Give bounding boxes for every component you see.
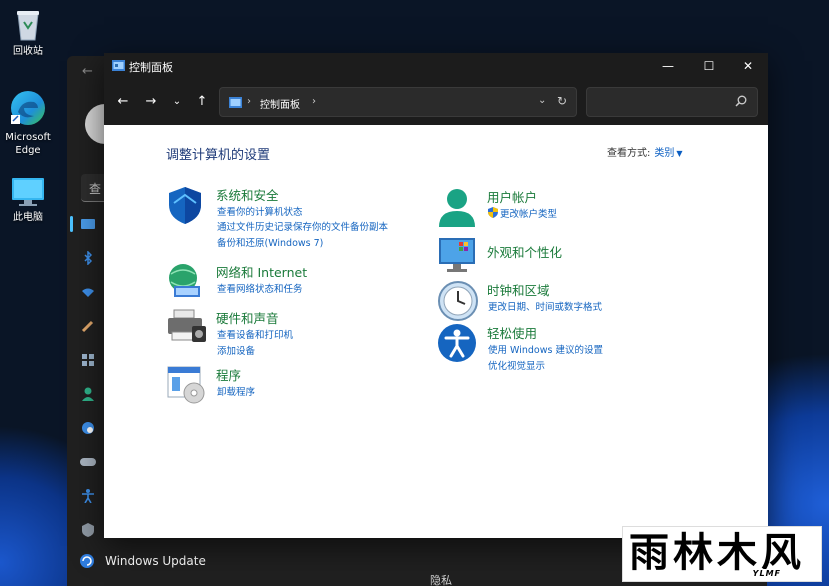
nav-gaming-icon[interactable] — [79, 454, 97, 470]
title-bar: 控制面板 — ☐ ✕ — [104, 53, 768, 79]
recent-locations-chevron-icon[interactable]: ⌄ — [168, 92, 186, 110]
forward-arrow-icon[interactable]: → — [142, 92, 160, 110]
user-accounts-icon — [439, 189, 475, 227]
category-link[interactable]: 查看你的计算机状态 — [217, 204, 303, 218]
recycle-bin-icon — [17, 11, 39, 41]
nav-network-icon[interactable] — [79, 284, 97, 300]
category-title[interactable]: 用户帐户 — [487, 187, 537, 206]
address-dropdown-icon[interactable]: ⌄ — [538, 95, 546, 106]
navigation-toolbar: ← → ⌄ ↑ › 控制面板 › ⌄ ↻ — [104, 79, 768, 125]
category-link-text: 更改帐户类型 — [500, 209, 558, 220]
category-link[interactable]: 更改日期、时间或数字格式 — [488, 299, 602, 313]
accessibility-icon — [438, 324, 476, 362]
content-area: 调整计算机的设置 查看方式: 类别 ▼ 系统和安全 查看你的计算机状态 通过文件历史… — [104, 125, 768, 538]
view-by-label: 查看方式: — [607, 148, 651, 159]
category-title[interactable]: 外观和个性化 — [487, 242, 562, 261]
nav-privacy-icon[interactable] — [79, 522, 97, 538]
desktop-icon-label: 此电脑 — [13, 212, 43, 223]
desktop-icon-label: Microsoft Edge — [5, 132, 51, 156]
appearance-monitor-icon — [439, 238, 475, 272]
desktop-icon-recycle-bin[interactable]: 回收站 — [0, 8, 56, 58]
control-panel-icon — [112, 60, 125, 71]
shield-icon — [169, 187, 201, 224]
address-bar[interactable]: › 控制面板 › ⌄ ↻ — [219, 87, 577, 117]
category-title[interactable]: 轻松使用 — [487, 323, 537, 342]
dropdown-arrow-icon[interactable]: ▼ — [676, 149, 682, 158]
category-link[interactable]: 卸载程序 — [217, 384, 255, 398]
breadcrumb-chevron-icon[interactable]: › — [247, 96, 251, 107]
category-title[interactable]: 硬件和声音 — [216, 308, 279, 327]
nav-windows-update[interactable]: Windows Update — [79, 553, 206, 569]
watermark-logo: 雨林木风 YLMF — [622, 526, 822, 582]
category-title[interactable]: 系统和安全 — [216, 185, 279, 204]
settings-fragment-text: 隐私 — [430, 574, 452, 586]
refresh-icon[interactable]: ↻ — [557, 94, 567, 108]
nav-accessibility-icon[interactable] — [79, 488, 97, 504]
nav-system-icon[interactable] — [79, 216, 97, 232]
back-arrow-icon[interactable]: ← — [114, 92, 132, 110]
windows-update-icon — [80, 554, 94, 568]
category-link[interactable]: 更改帐户类型 — [488, 206, 557, 220]
category-title[interactable]: 时钟和区域 — [487, 280, 550, 299]
window-title: 控制面板 — [129, 61, 173, 74]
computer-icon — [12, 178, 44, 206]
category-link[interactable]: 使用 Windows 建议的设置 — [488, 342, 603, 356]
close-button[interactable]: ✕ — [728, 53, 768, 79]
windows-update-label: Windows Update — [105, 554, 206, 568]
category-link[interactable]: 优化视觉显示 — [488, 358, 545, 372]
view-by-control[interactable]: 查看方式: 类别 ▼ — [607, 144, 683, 159]
nav-apps-icon[interactable] — [79, 352, 97, 368]
desktop-icon-label: 回收站 — [13, 46, 43, 57]
breadcrumb-chevron-icon[interactable]: › — [312, 96, 316, 107]
category-link[interactable]: 查看设备和打印机 — [217, 327, 293, 341]
breadcrumb-control-panel[interactable]: 控制面板 — [260, 96, 300, 111]
uac-shield-icon — [488, 207, 498, 218]
nav-accounts-icon[interactable] — [79, 386, 97, 402]
search-input[interactable] — [586, 87, 758, 117]
category-link[interactable]: 通过文件历史记录保存你的文件备份副本 — [217, 219, 388, 233]
category-link[interactable]: 添加设备 — [217, 343, 255, 357]
desktop-icon-this-pc[interactable]: 此电脑 — [0, 176, 56, 224]
nav-selection-indicator — [70, 216, 73, 232]
programs-icon — [167, 366, 205, 404]
search-icon — [735, 95, 747, 107]
minimize-button[interactable]: — — [648, 53, 688, 79]
clock-globe-icon — [438, 281, 478, 321]
nav-bluetooth-icon[interactable] — [79, 250, 97, 266]
desktop-icon-edge[interactable]: Microsoft Edge — [0, 88, 56, 157]
page-title: 调整计算机的设置 — [166, 148, 271, 163]
control-panel-icon — [229, 97, 242, 108]
control-panel-window: 控制面板 — ☐ ✕ ← → ⌄ ↑ › 控制面板 › ⌄ ↻ 调整计算机的设置 — [104, 53, 768, 538]
nav-personalization-icon[interactable] — [79, 318, 97, 334]
up-arrow-icon[interactable]: ↑ — [193, 92, 211, 110]
category-link[interactable]: 查看网络状态和任务 — [217, 281, 303, 295]
category-title[interactable]: 程序 — [216, 365, 241, 384]
watermark-subtext: YLMF — [750, 569, 783, 578]
edge-icon — [11, 91, 45, 125]
category-title[interactable]: 网络和 Internet — [216, 262, 307, 281]
network-globe-icon — [169, 264, 200, 297]
view-by-value[interactable]: 类别 — [654, 148, 674, 159]
back-arrow-icon[interactable]: ← — [82, 64, 93, 79]
nav-time-language-icon[interactable] — [79, 420, 97, 436]
category-link[interactable]: 备份和还原(Windows 7) — [217, 235, 323, 249]
maximize-button[interactable]: ☐ — [689, 53, 729, 79]
printer-icon — [168, 309, 206, 342]
